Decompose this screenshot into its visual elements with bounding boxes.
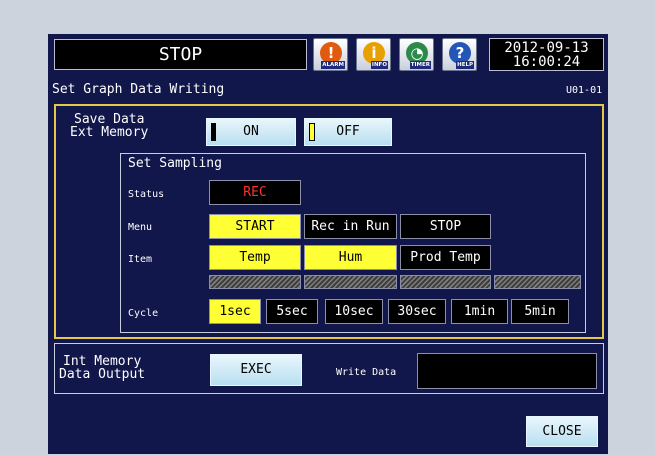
ext-memory-off-button[interactable]: OFF xyxy=(304,118,392,146)
alarm-button-label: ALARM xyxy=(321,61,345,69)
ext-memory-label: Save Data Ext Memory xyxy=(70,112,149,140)
item-prod-temp-button[interactable]: Prod Temp xyxy=(400,245,491,270)
timer-button[interactable]: ◔ TIMER xyxy=(399,38,434,71)
cycle-label: Cycle xyxy=(128,308,159,319)
cycle-5min-button[interactable]: 5min xyxy=(511,299,569,324)
menu-rec-in-run-button[interactable]: Rec in Run xyxy=(304,214,397,239)
page-title: Set Graph Data Writing xyxy=(52,82,225,97)
control-panel-screen: STOP ! ALARM i INFO ◔ TIMER ? HELP 2012-… xyxy=(48,34,608,454)
cycle-1sec-button[interactable]: 1sec xyxy=(209,299,261,324)
on-button-label: ON xyxy=(243,124,259,139)
close-button[interactable]: CLOSE xyxy=(526,416,598,447)
help-button[interactable]: ? HELP xyxy=(442,38,477,71)
off-button-label: OFF xyxy=(336,124,360,139)
screen-code: U01-01 xyxy=(566,85,603,96)
info-button-label: INFO xyxy=(370,61,388,69)
cycle-30sec-button[interactable]: 30sec xyxy=(388,299,446,324)
status-value: REC xyxy=(209,180,301,205)
date-text: 2012-09-13 xyxy=(504,40,589,56)
item-slot-disabled xyxy=(304,275,397,289)
menu-stop-button[interactable]: STOP xyxy=(400,214,491,239)
cycle-5sec-button[interactable]: 5sec xyxy=(266,299,318,324)
write-data-label: Write Data xyxy=(336,367,397,378)
item-slot-disabled xyxy=(494,275,581,289)
on-indicator xyxy=(211,123,216,141)
ext-memory-on-button[interactable]: ON xyxy=(206,118,296,146)
alarm-button[interactable]: ! ALARM xyxy=(313,38,348,71)
datetime-display: 2012-09-13 16:00:24 xyxy=(489,38,604,71)
help-button-label: HELP xyxy=(456,61,474,69)
exec-button[interactable]: EXEC xyxy=(210,354,302,386)
cycle-10sec-button[interactable]: 10sec xyxy=(325,299,383,324)
int-memory-label: Int Memory Data Output xyxy=(59,354,146,382)
info-button[interactable]: i INFO xyxy=(356,38,391,71)
write-data-display xyxy=(417,353,597,389)
sampling-title: Set Sampling xyxy=(128,156,222,171)
item-label: Item xyxy=(128,254,153,265)
menu-start-button[interactable]: START xyxy=(209,214,301,239)
off-indicator xyxy=(309,123,315,141)
time-text: 16:00:24 xyxy=(512,54,581,70)
operation-status-display: STOP xyxy=(54,39,307,70)
timer-button-label: TIMER xyxy=(409,61,431,69)
item-slot-disabled xyxy=(400,275,491,289)
menu-label: Menu xyxy=(128,222,153,233)
item-hum-button[interactable]: Hum xyxy=(304,245,397,270)
item-slot-disabled xyxy=(209,275,301,289)
cycle-1min-button[interactable]: 1min xyxy=(451,299,508,324)
item-temp-button[interactable]: Temp xyxy=(209,245,301,270)
status-label: Status xyxy=(128,189,165,200)
